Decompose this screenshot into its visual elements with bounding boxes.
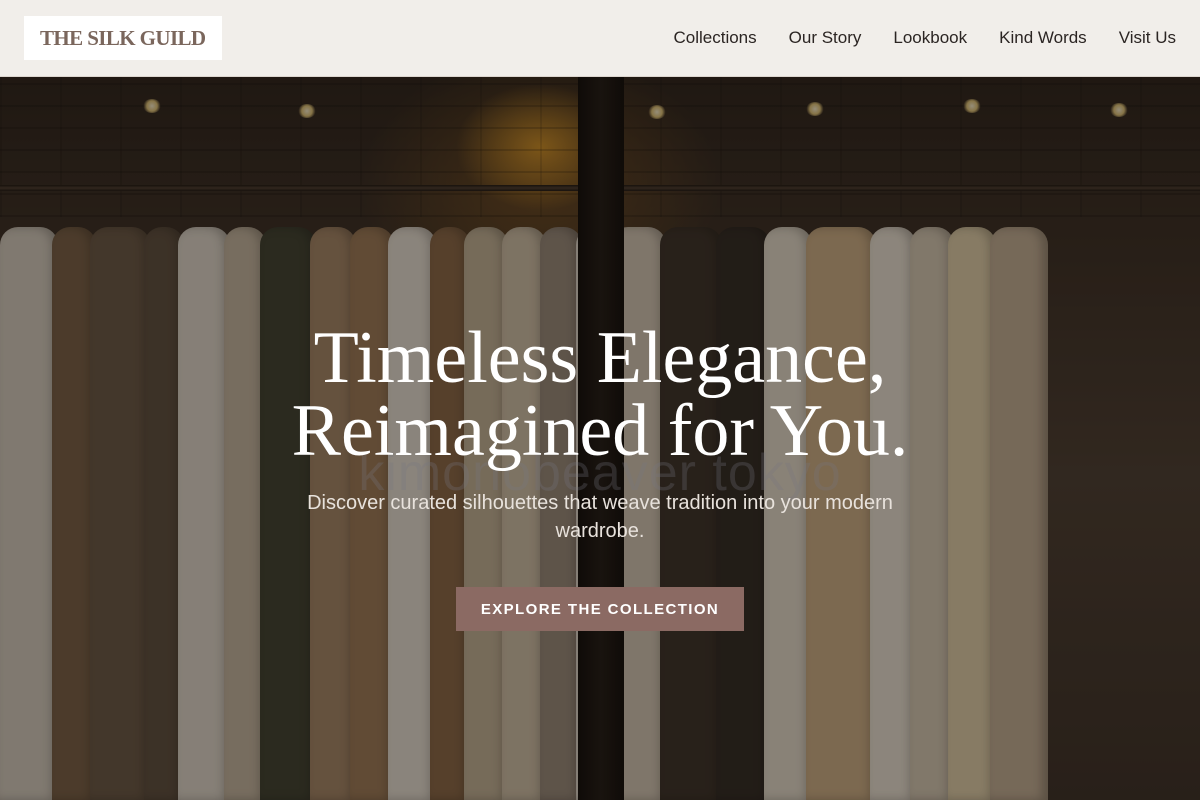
nav-link-collections[interactable]: Collections [673, 28, 756, 48]
hero-subheading: Discover curated silhouettes that weave … [307, 492, 893, 542]
hero-content: kimonobeaver tokyo Timeless Elegance, Re… [0, 77, 1200, 800]
nav-link-kind-words[interactable]: Kind Words [999, 28, 1087, 48]
hero-headline: Timeless Elegance, Reimagined for You. [0, 321, 1200, 468]
nav-link-visit-us[interactable]: Visit Us [1119, 28, 1176, 48]
site-header: THE SILK GUILD Collections Our Story Loo… [0, 0, 1200, 77]
nav-link-lookbook[interactable]: Lookbook [893, 28, 967, 48]
brand-logo[interactable]: THE SILK GUILD [24, 16, 222, 60]
brand-name: THE SILK GUILD [40, 25, 206, 50]
hero-headline-line2: Reimagined for You. [291, 390, 909, 472]
explore-collection-button[interactable]: EXPLORE THE COLLECTION [456, 587, 744, 631]
hero-headline-line1: Timeless Elegance, [313, 317, 887, 399]
main-nav: Collections Our Story Lookbook Kind Word… [673, 28, 1176, 48]
nav-link-our-story[interactable]: Our Story [789, 28, 862, 48]
